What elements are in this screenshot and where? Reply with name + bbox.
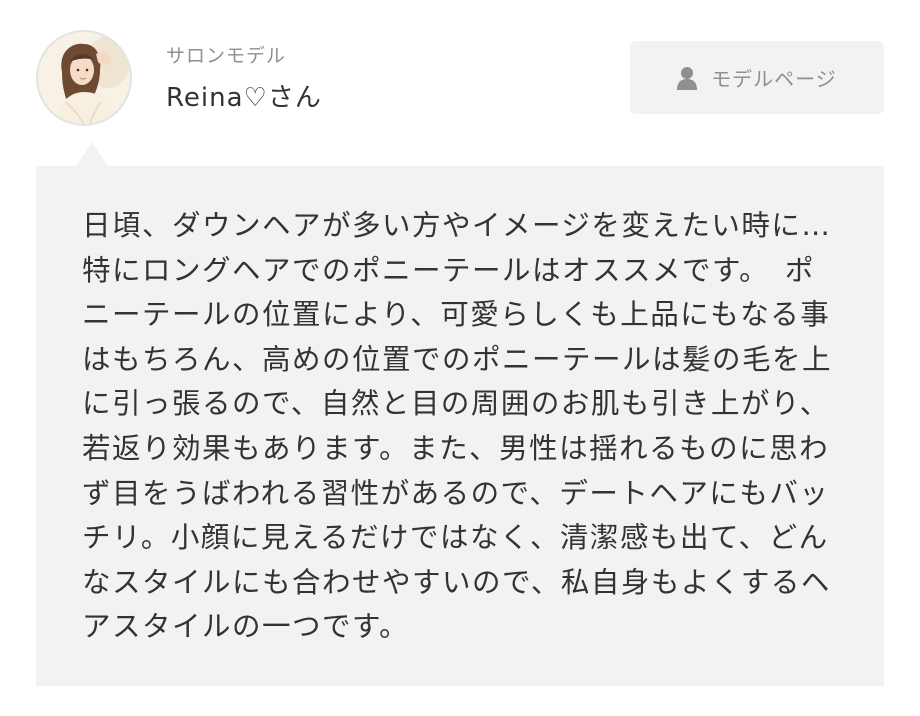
- person-icon: [677, 66, 698, 90]
- model-header: サロンモデル Reina♡さん モデルページ: [0, 0, 920, 150]
- model-avatar[interactable]: [36, 30, 132, 126]
- model-comment-text: 日頃、ダウンヘアが多い方やイメージを変えたい時に… 特にロングヘアでのポニーテー…: [82, 209, 862, 644]
- model-portrait-icon: [38, 32, 130, 124]
- model-name: Reina♡さん: [166, 83, 322, 113]
- role-label: サロンモデル: [166, 45, 287, 67]
- model-page-button[interactable]: モデルページ: [630, 41, 884, 114]
- speech-bubble-tail: [76, 142, 108, 166]
- model-page-button-label: モデルページ: [711, 67, 837, 91]
- model-comment-box: 日頃、ダウンヘアが多い方やイメージを変えたい時に… 特にロングヘアでのポニーテー…: [36, 166, 884, 686]
